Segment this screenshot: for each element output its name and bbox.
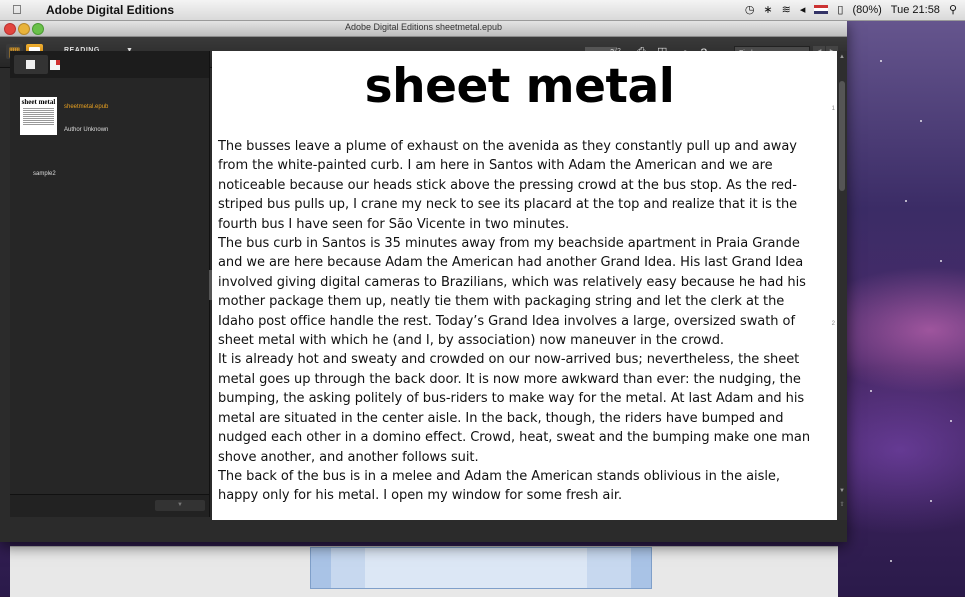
input-source-flag-icon[interactable] bbox=[814, 5, 829, 14]
title-bar[interactable]: Adobe Digital Editions sheetmetal.epub bbox=[0, 20, 847, 37]
volume-icon[interactable]: ◂ bbox=[800, 3, 806, 16]
apple-menu-icon[interactable]:  bbox=[12, 2, 22, 17]
scroll-thumb[interactable] bbox=[839, 81, 845, 191]
bluetooth-icon[interactable]: ∗ bbox=[763, 3, 772, 16]
book-item-sample2[interactable]: sample2 bbox=[33, 171, 56, 177]
window-title: Adobe Digital Editions sheetmetal.epub bbox=[344, 22, 503, 32]
tab-thumbnails[interactable] bbox=[14, 55, 48, 74]
spotlight-icon[interactable]: ⚲ bbox=[949, 3, 957, 16]
book-thumbnail[interactable]: sheet metal bbox=[20, 97, 57, 135]
battery-percent: (80%) bbox=[852, 3, 882, 16]
sidebar-footer: ▼ bbox=[10, 494, 209, 517]
time-machine-icon[interactable]: ◷ bbox=[745, 3, 755, 16]
tab-bookmarks[interactable] bbox=[50, 60, 60, 70]
background-document bbox=[310, 547, 652, 589]
battery-icon[interactable]: ▯ bbox=[837, 3, 843, 16]
document-heading: sheet metal bbox=[364, 59, 675, 114]
paragraph: The back of the bus is in a melee and Ad… bbox=[218, 468, 780, 504]
book-title[interactable]: sheetmetal.epub bbox=[64, 104, 108, 110]
page-marker: 2 bbox=[831, 321, 835, 327]
wifi-icon[interactable]: ≋ bbox=[782, 3, 791, 16]
book-author: Author Unknown bbox=[64, 127, 109, 133]
scroll-down-icon[interactable]: ▼ bbox=[838, 487, 846, 495]
document-body: The busses leave a plume of exhaust on t… bbox=[218, 137, 816, 506]
app-menu-name[interactable]: Adobe Digital Editions bbox=[46, 3, 174, 17]
sidebar: sheet metal sheetmetal.epub Author Unkno… bbox=[10, 51, 210, 517]
background-window bbox=[10, 546, 838, 597]
thumbnail-title: sheet metal bbox=[21, 98, 56, 106]
scroll-up-icon[interactable]: ▲ bbox=[838, 53, 846, 61]
paragraph: It is already hot and sweaty and crowded… bbox=[218, 352, 811, 465]
page-marker: 1 bbox=[831, 106, 835, 112]
clock[interactable]: Tue 21:58 bbox=[891, 4, 940, 16]
sidebar-tabs bbox=[10, 51, 209, 78]
document-page: sheet metal 1 2 The busses leave a plume… bbox=[212, 51, 837, 520]
menu-bar:  Adobe Digital Editions ◷ ∗ ≋ ◂ ▯ (80%)… bbox=[0, 0, 965, 21]
vertical-scrollbar[interactable]: ▲ ▼ ⇧ bbox=[837, 51, 847, 520]
page-up-icon[interactable]: ⇧ bbox=[838, 501, 846, 509]
paragraph: The busses leave a plume of exhaust on t… bbox=[218, 139, 798, 232]
sidebar-options-select[interactable]: ▼ bbox=[155, 500, 205, 511]
paragraph: The bus curb in Santos is 35 minutes awa… bbox=[218, 236, 806, 349]
